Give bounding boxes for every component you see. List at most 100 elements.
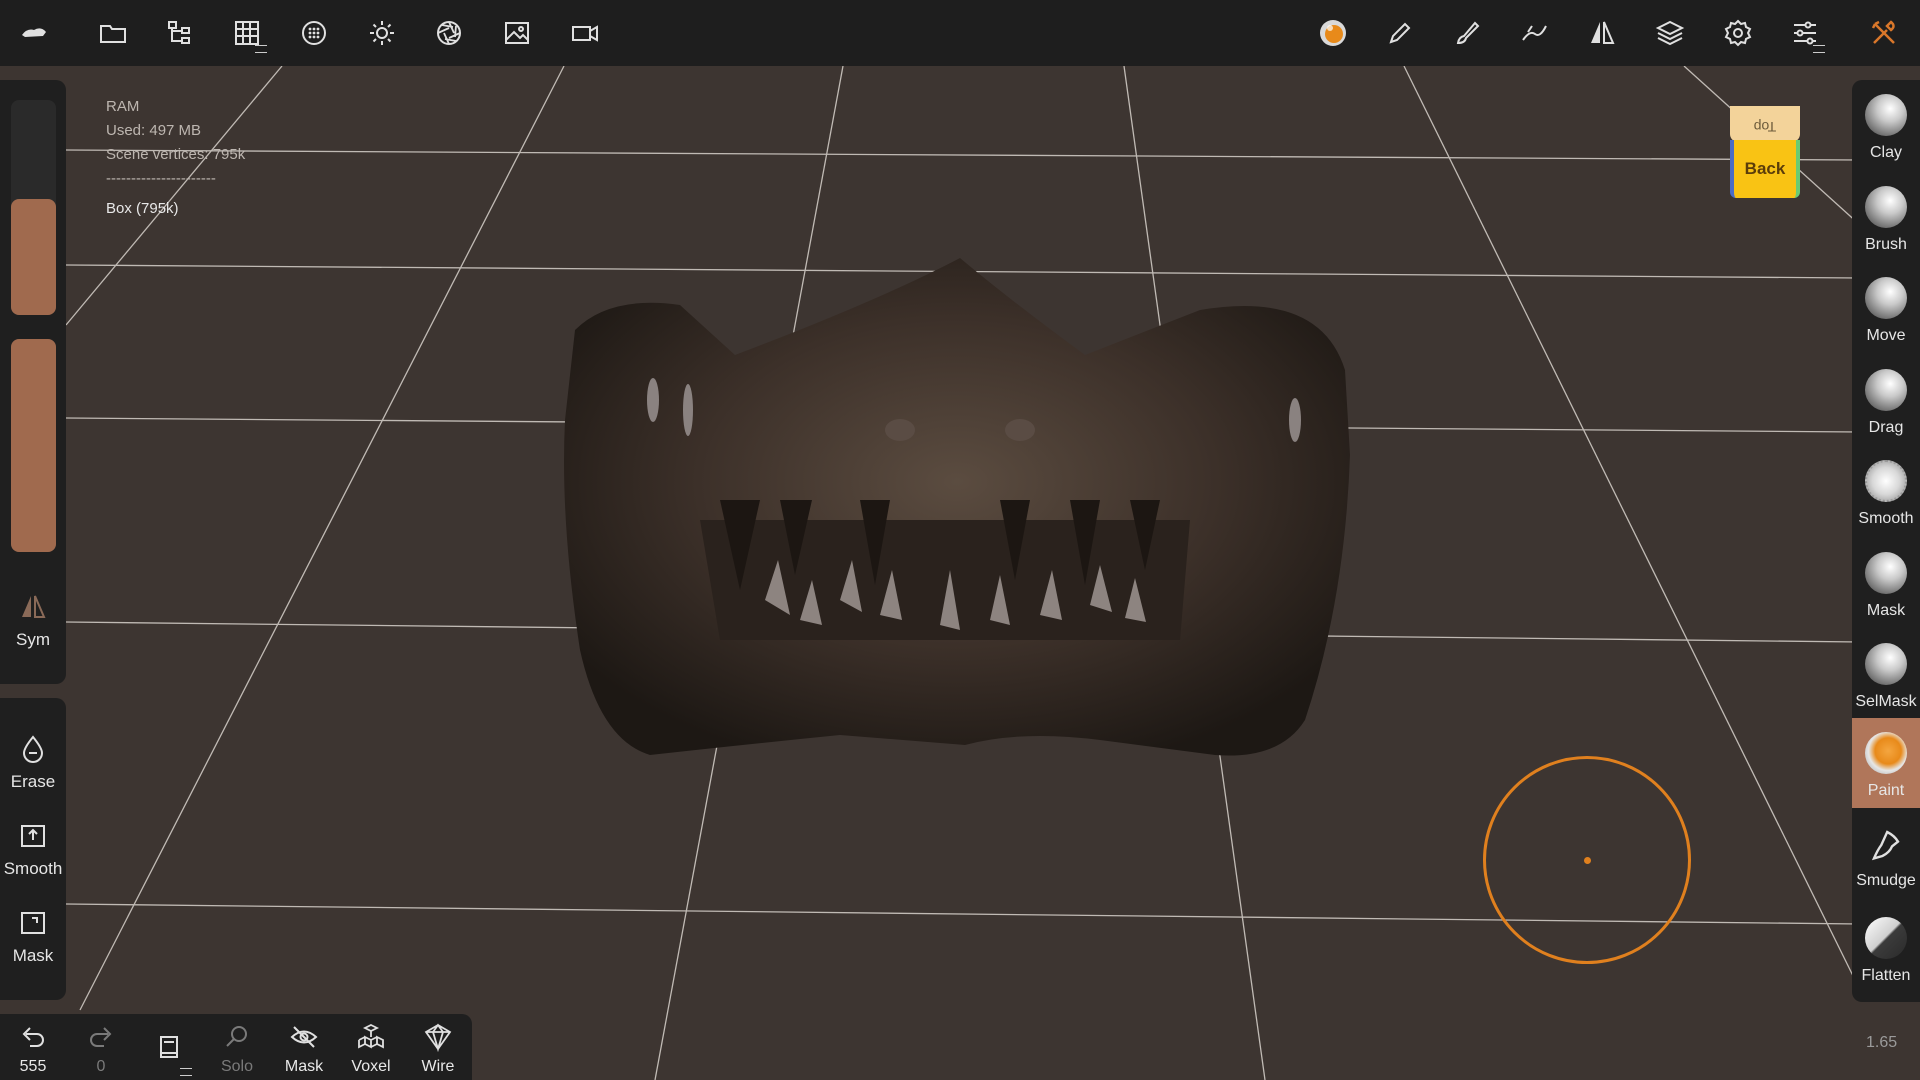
wire-button[interactable]: Wire	[405, 1018, 471, 1080]
book-icon	[160, 1036, 178, 1058]
drag-icon	[1865, 369, 1907, 411]
layers-icon[interactable]	[1648, 11, 1692, 55]
stats-separator: ----------------------	[106, 170, 216, 187]
brush-smudge[interactable]: Smudge	[1852, 818, 1920, 908]
intensity-slider-fill	[11, 339, 56, 552]
scene-tree-icon[interactable]	[158, 11, 202, 55]
brush-drag[interactable]: Drag	[1852, 361, 1920, 451]
light-icon[interactable]	[360, 11, 404, 55]
redo-button[interactable]: 0	[68, 1018, 134, 1080]
stats-overlay: RAM Used: 497 MB Scene vertices: 795k --…	[106, 95, 245, 221]
undo-icon	[22, 1027, 44, 1047]
mask-box-icon	[21, 912, 45, 934]
erase-label: Erase	[10, 772, 56, 791]
voxel-button[interactable]: Voxel	[338, 1018, 404, 1080]
radius-slider-fill	[11, 198, 56, 315]
undo-count: 555	[19, 1058, 47, 1075]
smooth-tool[interactable]: Smooth	[0, 821, 66, 879]
mask-label: Mask	[12, 946, 54, 965]
intensity-slider[interactable]	[11, 339, 56, 552]
brush-cursor-center	[1584, 857, 1591, 864]
eye-off-icon	[290, 1026, 318, 1048]
brush-label: Drag	[1868, 419, 1904, 436]
zoom-value: 1.65	[1866, 1034, 1898, 1051]
brush-label: Paint	[1867, 782, 1905, 799]
ram-label: RAM	[106, 98, 140, 115]
wire-label: Wire	[421, 1058, 455, 1075]
selmask-icon	[1865, 643, 1907, 685]
mask-tool[interactable]: Mask	[0, 908, 66, 966]
solo-button[interactable]: Solo	[204, 1018, 270, 1080]
brush-label: Smudge	[1856, 872, 1916, 889]
sliders-icon[interactable]	[1783, 11, 1827, 55]
ram-used: Used: 497 MB	[106, 122, 202, 139]
erase-tool[interactable]: Erase	[0, 734, 66, 792]
object-name[interactable]: Box (795k)	[106, 197, 245, 221]
brush-paint[interactable]: Paint	[1852, 718, 1920, 808]
brush-selmask[interactable]: SelMask	[1852, 635, 1920, 725]
stroke-icon[interactable]	[1513, 11, 1557, 55]
mask-visibility-button[interactable]: Mask	[271, 1018, 337, 1080]
pen-icon[interactable]	[1378, 11, 1422, 55]
brush-clay[interactable]: Clay	[1852, 86, 1920, 176]
top-toolbar	[0, 0, 1920, 66]
voxel-icon	[358, 1023, 384, 1049]
redo-icon	[90, 1027, 112, 1047]
brush-label: Move	[1866, 327, 1906, 344]
search-icon	[226, 1026, 247, 1047]
history-button[interactable]	[136, 1018, 202, 1080]
brush-label: Smooth	[1858, 510, 1914, 527]
smooth-icon	[1865, 460, 1907, 502]
radius-slider[interactable]	[11, 100, 56, 315]
view-cube[interactable]: Top Back	[1730, 106, 1804, 198]
clay-icon	[1865, 94, 1907, 136]
settings-icon[interactable]	[1716, 11, 1760, 55]
symmetry-icon	[22, 595, 46, 618]
redo-count: 0	[96, 1058, 106, 1075]
voxel-label: Voxel	[351, 1058, 391, 1075]
brush-flatten[interactable]: Flatten	[1852, 909, 1920, 999]
logo-icon[interactable]	[12, 11, 56, 55]
material-icon[interactable]	[292, 11, 336, 55]
smooth-box-icon	[21, 825, 45, 847]
solo-label: Solo	[220, 1058, 254, 1075]
mask-visibility-label: Mask	[284, 1058, 324, 1075]
brush-brush[interactable]: Brush	[1852, 178, 1920, 268]
aperture-icon[interactable]	[427, 11, 471, 55]
drop-icon	[22, 735, 44, 763]
move-icon	[1865, 277, 1907, 319]
left-slider-panel: Sym	[0, 80, 66, 684]
brush-panel: Clay Brush Move Drag Smooth Mask SelMask…	[1852, 80, 1920, 1002]
brush-cursor	[1483, 756, 1691, 964]
scene-vertices: Scene vertices: 795k	[106, 146, 246, 163]
camera-icon[interactable]	[563, 11, 607, 55]
sym-toggle[interactable]: Sym	[0, 592, 66, 650]
brush-label: Clay	[1869, 144, 1902, 161]
brush-label: Brush	[1865, 236, 1907, 253]
sym-label: Sym	[16, 630, 50, 649]
brush-smooth[interactable]: Smooth	[1852, 452, 1920, 542]
image-icon[interactable]	[495, 11, 539, 55]
folder-icon[interactable]	[91, 11, 135, 55]
symmetry-icon[interactable]	[1580, 11, 1624, 55]
wireframe-icon	[424, 1023, 452, 1052]
smudge-icon	[1871, 830, 1900, 861]
brush-label: Flatten	[1861, 967, 1911, 984]
brush-move[interactable]: Move	[1852, 269, 1920, 359]
paint-ball-icon[interactable]	[1311, 11, 1355, 55]
tools-icon[interactable]	[1862, 11, 1906, 55]
left-tools-panel: Erase Smooth Mask	[0, 698, 66, 1000]
view-cube-top[interactable]: Top	[1730, 106, 1800, 142]
brush-ball-icon	[1865, 186, 1907, 228]
mask-ball-icon	[1865, 552, 1907, 594]
grid-icon[interactable]	[225, 11, 269, 55]
brush-mask[interactable]: Mask	[1852, 544, 1920, 634]
view-cube-front[interactable]: Back	[1730, 140, 1800, 198]
smooth-label: Smooth	[3, 859, 63, 878]
flatten-icon	[1865, 917, 1907, 959]
brush-icon[interactable]	[1446, 11, 1490, 55]
paint-ball-icon	[1865, 732, 1907, 774]
undo-button[interactable]: 555	[0, 1018, 66, 1080]
brush-label: SelMask	[1855, 693, 1917, 710]
brush-label: Mask	[1866, 602, 1906, 619]
